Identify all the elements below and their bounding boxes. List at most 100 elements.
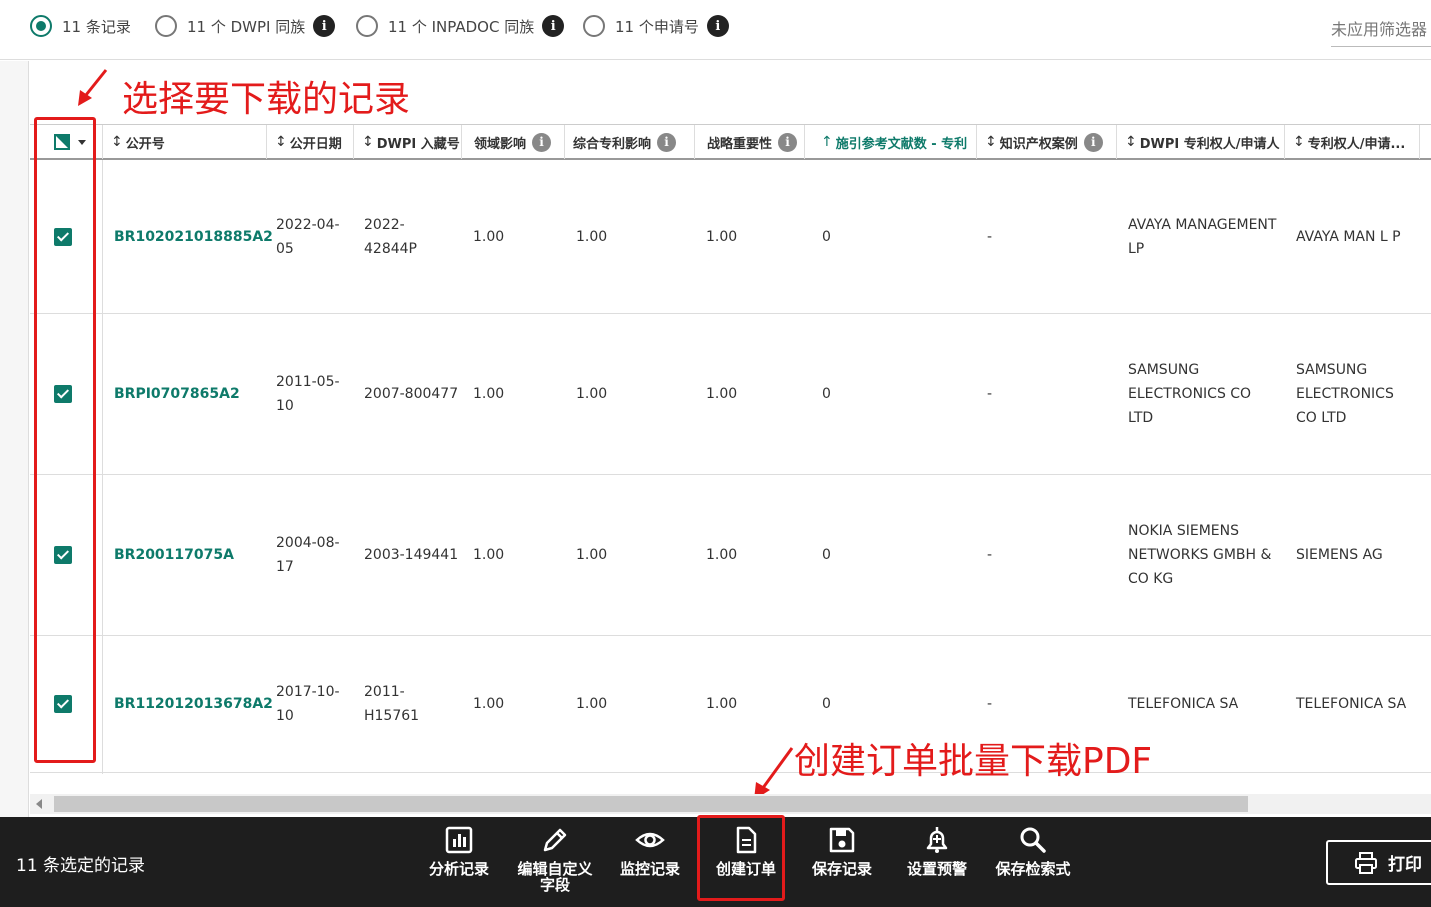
radio-button[interactable] (583, 15, 605, 37)
strategic-importance-value: 1.00 (706, 386, 738, 402)
action-label: 设置预警 (906, 860, 967, 878)
action-label: 监控记录 (619, 860, 680, 878)
scrollbar-thumb[interactable] (54, 796, 1248, 812)
assignee-line: AVAYA MANAGEMENT (1128, 216, 1277, 233)
save-records-button[interactable]: 保存记录 (797, 823, 887, 903)
save-icon (829, 827, 855, 853)
record-scope-bar: 11 条记录 11 个 DWPI 同族 i 11 个 INPADOC 同族 i … (0, 0, 1431, 60)
dwpi-part: 42844P (364, 240, 417, 257)
column-header-pub-date[interactable]: ↕ 公开日期 (267, 125, 354, 159)
filter-status[interactable]: 未应用筛选器 (1331, 16, 1431, 47)
print-button[interactable]: 打印 (1326, 840, 1431, 885)
set-alert-button[interactable]: 设置预警 (892, 823, 982, 903)
assignee-line: ELECTRONICS (1296, 386, 1394, 402)
domain-impact-value: 1.00 (473, 696, 505, 712)
radio-records[interactable]: 11 条记录 (30, 14, 131, 38)
sort-icon[interactable]: ↕ (275, 134, 287, 150)
annotation-create-order: 创建订单批量下载PDF (794, 741, 1153, 782)
radio-button-selected[interactable] (30, 15, 52, 37)
table-row: BR102021018885A2 2022-04- 05 2022- 42844P … (30, 160, 1431, 314)
pub-number-link[interactable]: BR102021018885A2 (114, 160, 273, 313)
pub-date-cell: 2017-10- 10 (276, 636, 340, 772)
assignee-line: NETWORKS GMBH & (1128, 547, 1272, 563)
column-header-combined-impact[interactable]: 综合专利影响 i (565, 125, 695, 159)
info-icon[interactable]: i (1083, 132, 1103, 152)
search-icon (1020, 827, 1046, 853)
info-icon[interactable]: i (313, 15, 336, 37)
radio-button[interactable] (155, 15, 177, 37)
strategic-importance-value: 1.00 (706, 547, 738, 563)
column-header-assignee[interactable]: ↕ 专利权人/申请... (1285, 125, 1420, 159)
combined-impact-value: 1.00 (576, 228, 608, 245)
eye-icon (635, 832, 665, 848)
pub-date-cell: 2011-05- 10 (276, 314, 340, 474)
pub-date-cell: 2022-04- 05 (276, 160, 340, 313)
info-icon[interactable]: i (706, 15, 729, 37)
sort-icon[interactable]: ↕ (1293, 134, 1305, 150)
assignee-line: LP (1128, 240, 1145, 257)
pub-date-cell: 2004-08- 17 (276, 475, 340, 635)
info-icon[interactable]: i (542, 15, 565, 37)
print-label: 打印 (1388, 855, 1422, 875)
assignee-cell: TELEFONICA SA (1296, 696, 1407, 712)
column-header-dwpi-assignee[interactable]: ↕ DWPI 专利权人/申请人 (1117, 125, 1285, 159)
save-search-button[interactable]: 保存检索式 (988, 823, 1078, 903)
strategic-importance-value: 1.00 (706, 696, 738, 712)
domain-impact-value: 1.00 (473, 386, 505, 402)
radio-button[interactable] (356, 15, 378, 37)
column-header-citing-refs[interactable]: ↑ 施引参考文献数 - 专利 (805, 125, 977, 159)
left-gutter (0, 61, 29, 817)
edit-custom-fields-button[interactable]: 编辑自定义字段 (510, 823, 600, 903)
info-icon[interactable]: i (778, 132, 798, 152)
pub-date-part: 2017-10- (276, 684, 340, 700)
selected-count: 11 条选定的记录 (16, 856, 146, 876)
column-header-ip-cases[interactable]: ↕ 知识产权案例 i (977, 125, 1117, 159)
info-icon[interactable]: i (657, 132, 677, 152)
annotation-highlight-checkboxes (34, 117, 96, 763)
assignee-line: LTD (1128, 410, 1154, 426)
monitor-records-button[interactable]: 监控记录 (605, 823, 695, 903)
ip-cases-value: - (987, 547, 993, 563)
sort-up-icon[interactable]: ↑ (821, 134, 833, 150)
ip-cases-value: - (987, 386, 993, 402)
radio-inpadoc-family[interactable]: 11 个 INPADOC 同族 i (356, 14, 565, 38)
pub-number-link[interactable]: BRPI0707865A2 (114, 314, 240, 474)
dwpi-accession-cell: 2022- 42844P (364, 160, 417, 313)
radio-label: 11 个 INPADOC 同族 (388, 17, 535, 36)
horizontal-scrollbar[interactable] (30, 794, 1431, 814)
column-label: DWPI 入藏号 (376, 136, 460, 152)
pub-number-link[interactable]: BR112012013678A2 (114, 636, 273, 772)
citing-refs-value: 0 (822, 547, 831, 563)
analyze-records-button[interactable]: 分析记录 (414, 823, 504, 903)
radio-application-number[interactable]: 11 个申请号 i (583, 14, 729, 38)
scroll-left-icon[interactable] (36, 799, 42, 809)
column-header-pub-number[interactable]: ↕ 公开号 (103, 125, 267, 159)
column-header-strategic-importance[interactable]: 战略重要性 i (695, 125, 805, 159)
domain-impact-value: 1.00 (473, 228, 505, 245)
assignee-line: CO KG (1128, 571, 1174, 587)
results-table: ↕ 公开号 ↕ 公开日期 ↕ DWPI 入藏号 领域影响 i 综合专利影响 i 战略重要性… (30, 124, 1431, 774)
dwpi-accession-cell: 2011- H15761 (364, 636, 419, 772)
column-header-dwpi-accession[interactable]: ↕ DWPI 入藏号 (354, 125, 462, 159)
pub-number-link[interactable]: BR200117075A (114, 475, 234, 635)
radio-label: 11 个申请号 (615, 17, 699, 36)
pub-date-part: 10 (276, 708, 294, 724)
radio-dwpi-family[interactable]: 11 个 DWPI 同族 i (155, 14, 336, 38)
domain-impact-value: 1.00 (473, 547, 505, 563)
citing-refs-value: 0 (822, 386, 831, 402)
combined-impact-value: 1.00 (576, 386, 608, 402)
assignee-line: ELECTRONICS CO (1128, 386, 1252, 402)
column-label: 施引参考文献数 - 专利 (835, 136, 968, 152)
column-header-domain-impact[interactable]: 领域影响 i (462, 125, 565, 159)
sort-icon[interactable]: ↕ (111, 134, 123, 150)
sort-icon[interactable]: ↕ (985, 134, 997, 150)
table-header: ↕ 公开号 ↕ 公开日期 ↕ DWPI 入藏号 领域影响 i 综合专利影响 i 战略重要性… (30, 124, 1431, 160)
sort-icon[interactable]: ↕ (362, 134, 374, 150)
dwpi-part: 2011- (364, 684, 405, 700)
action-label: 分析记录 (428, 860, 489, 878)
pub-date-part: 2022-04- (276, 216, 340, 233)
dwpi-accession-cell: 2007-800477 (364, 386, 459, 402)
radio-label: 11 个 DWPI 同族 (187, 17, 306, 36)
sort-icon[interactable]: ↕ (1125, 134, 1137, 150)
info-icon[interactable]: i (532, 132, 552, 152)
